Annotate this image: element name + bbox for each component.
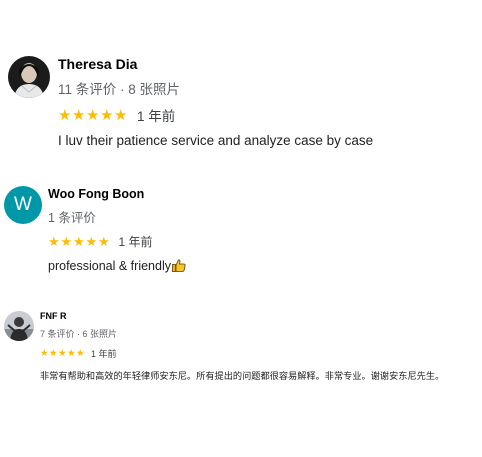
star-icon: ★ bbox=[40, 347, 49, 359]
avatar-initial: W bbox=[14, 194, 32, 215]
star-rating: ★ ★ ★ ★ ★ bbox=[58, 108, 128, 123]
star-icon: ★ bbox=[114, 106, 128, 124]
review-date: 1 年前 bbox=[137, 109, 176, 124]
avatar[interactable]: W bbox=[4, 186, 42, 224]
avatar[interactable] bbox=[4, 311, 34, 341]
star-icon: ★ bbox=[58, 347, 67, 359]
reviewer-name[interactable]: Woo Fong Boon bbox=[48, 187, 144, 201]
star-rating: ★ ★ ★ ★ ★ bbox=[40, 349, 85, 359]
review-text-container: professional & friendly bbox=[48, 259, 186, 273]
rating-row: ★ ★ ★ ★ ★ 1 年前 bbox=[58, 105, 175, 125]
star-icon: ★ bbox=[72, 106, 86, 124]
rating-row: ★ ★ ★ ★ ★ 1 年前 bbox=[40, 347, 117, 360]
reviewer-name[interactable]: FNF R bbox=[40, 311, 67, 321]
reviewer-meta: 11 条评价 · 8 张照片 bbox=[58, 82, 181, 97]
reviewer-name[interactable]: Theresa Dia bbox=[58, 56, 137, 72]
review-date: 1 年前 bbox=[118, 235, 153, 249]
review-text: I luv their patience service and analyze… bbox=[58, 133, 374, 148]
star-icon: ★ bbox=[98, 234, 110, 249]
star-icon: ★ bbox=[48, 234, 60, 249]
star-icon: ★ bbox=[67, 347, 76, 359]
star-icon: ★ bbox=[73, 234, 85, 249]
star-icon: ★ bbox=[100, 106, 114, 124]
star-rating: ★ ★ ★ ★ ★ bbox=[48, 235, 111, 248]
thumbs-up-icon bbox=[172, 259, 186, 272]
rating-row: ★ ★ ★ ★ ★ 1 年前 bbox=[48, 233, 153, 250]
star-icon: ★ bbox=[86, 106, 100, 124]
star-icon: ★ bbox=[58, 106, 72, 124]
reviewer-meta: 7 条评价 · 6 张照片 bbox=[40, 329, 118, 339]
star-icon: ★ bbox=[49, 347, 58, 359]
star-icon: ★ bbox=[60, 234, 73, 249]
star-icon: ★ bbox=[76, 347, 85, 359]
review-date: 1 年前 bbox=[91, 349, 117, 359]
reviewer-meta: 1 条评价 bbox=[48, 211, 96, 225]
review-text: 非常有帮助和高效的年轻律师安东尼。所有提出的问题都很容易解释。非常专业。谢谢安东… bbox=[40, 371, 445, 381]
star-icon: ★ bbox=[85, 234, 98, 249]
review-text: professional & friendly bbox=[48, 259, 171, 273]
avatar[interactable] bbox=[8, 56, 50, 98]
